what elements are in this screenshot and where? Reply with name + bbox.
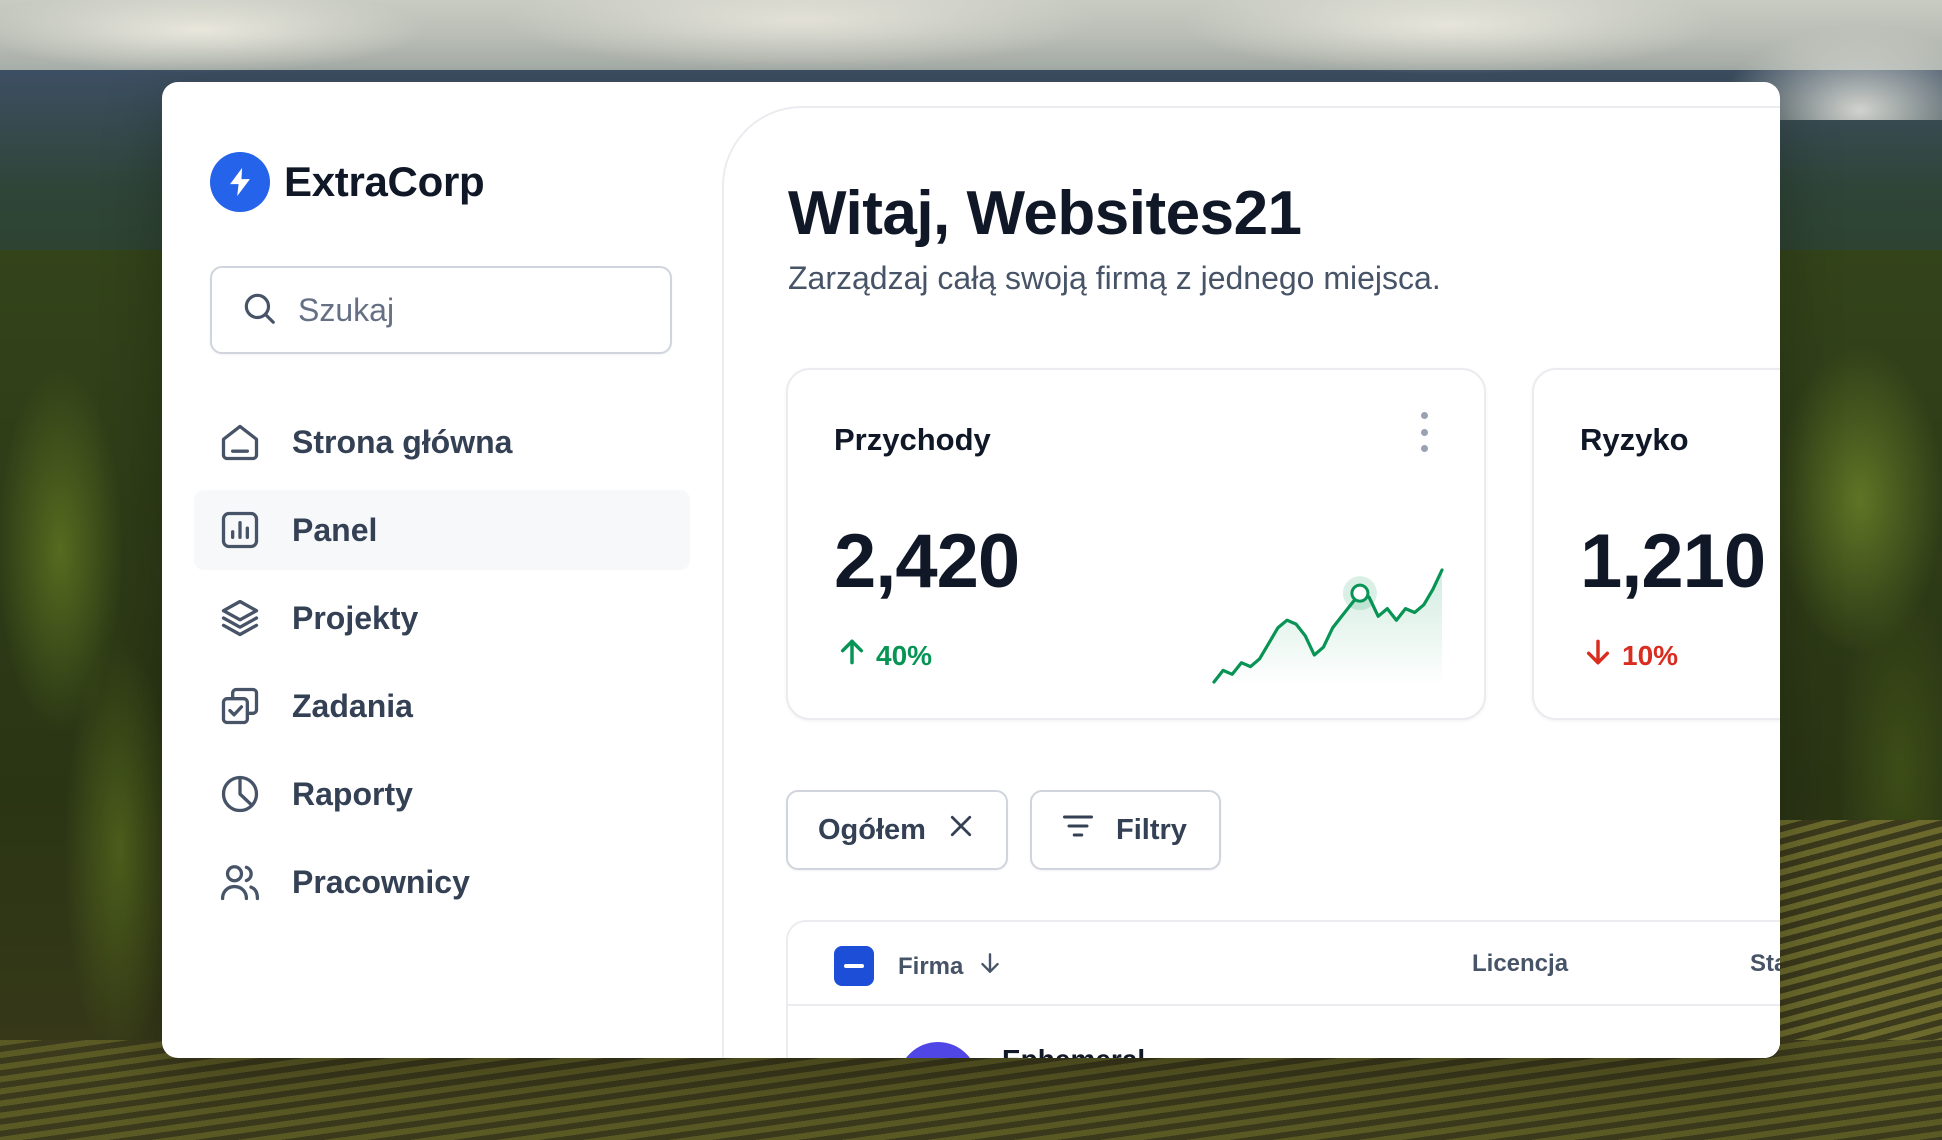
sidebar-item-projects[interactable]: Projekty [194,578,690,658]
sidebar-item-label: Zadania [292,687,413,724]
avatar [898,1042,978,1058]
sidebar: ExtraCorp Szukaj Strona główna Panel Pro… [162,82,722,1058]
sidebar-item-label: Strona główna [292,423,513,460]
filters-button[interactable]: Filtry [1030,790,1221,870]
layers-icon [216,594,264,642]
check-square-icon [216,682,264,730]
metric-value: 1,210 [1580,519,1766,604]
column-header-license[interactable]: Licencja [1472,950,1568,978]
search-placeholder: Szukaj [298,291,395,328]
sidebar-item-panel[interactable]: Panel [194,490,690,570]
main-panel: Witaj, Websites21 Zarządzaj całą swoją f… [722,106,1780,1058]
sidebar-item-home[interactable]: Strona główna [194,402,690,482]
column-header-status[interactable]: Sta [1750,950,1780,978]
metric-change-value: 40% [876,639,933,671]
select-all-checkbox[interactable] [834,946,874,986]
metric-card-revenue: Przychody 2,420 40% [786,368,1486,720]
pie-chart-icon [216,770,264,818]
brand-name: ExtraCorp [284,158,485,205]
arrow-down-icon [1582,636,1614,675]
overall-filter-chip[interactable]: Ogółem [786,790,1008,870]
sidebar-item-reports[interactable]: Raporty [194,754,690,834]
search-icon [240,289,278,332]
app-window: ExtraCorp Szukaj Strona główna Panel Pro… [162,82,1780,1058]
bar-chart-icon [216,506,264,554]
close-icon[interactable] [946,811,976,849]
metric-change-value: 10% [1622,639,1679,671]
metric-change: 10% [1582,636,1678,675]
arrow-up-icon [836,636,868,675]
companies-table: Firma Licencja Sta Ephemeral [786,920,1780,1058]
page-title: Witaj, Websites21 [788,179,1302,248]
metric-value: 2,420 [834,519,1020,604]
page-subtitle: Zarządzaj całą swoją firmą z jednego mie… [788,260,1441,296]
company-name: Ephemeral [1002,1044,1145,1058]
sparkline-highlight-point[interactable] [1350,583,1370,603]
sidebar-item-employees[interactable]: Pracownicy [194,842,690,922]
sparkline-area [1214,570,1442,686]
metric-card-risk: Ryzyko 1,210 10% [1532,368,1780,720]
table-header: Firma Licencja Sta [788,922,1780,1006]
filter-lines-icon [1060,808,1096,852]
filters-label: Filtry [1116,813,1187,846]
revenue-sparkline [1212,568,1444,686]
metric-change: 40% [836,636,932,675]
users-icon [216,858,264,906]
sidebar-item-tasks[interactable]: Zadania [194,666,690,746]
lightning-bolt-icon [210,152,270,212]
sidebar-item-label: Panel [292,511,378,548]
more-vertical-icon[interactable] [1414,412,1434,452]
sidebar-item-label: Raporty [292,775,413,812]
metric-title: Ryzyko [1580,422,1689,457]
metric-title: Przychody [834,422,991,457]
brand[interactable]: ExtraCorp [210,152,485,212]
column-header-firm[interactable]: Firma [898,950,1003,983]
sidebar-item-label: Pracownicy [292,863,470,900]
arrow-down-icon [977,950,1003,983]
sidebar-nav: Strona główna Panel Projekty Zadania Rap… [194,402,690,930]
sidebar-item-label: Projekty [292,599,419,636]
home-icon [216,418,264,466]
overall-filter-label: Ogółem [818,813,926,846]
search-input[interactable]: Szukaj [210,266,672,354]
